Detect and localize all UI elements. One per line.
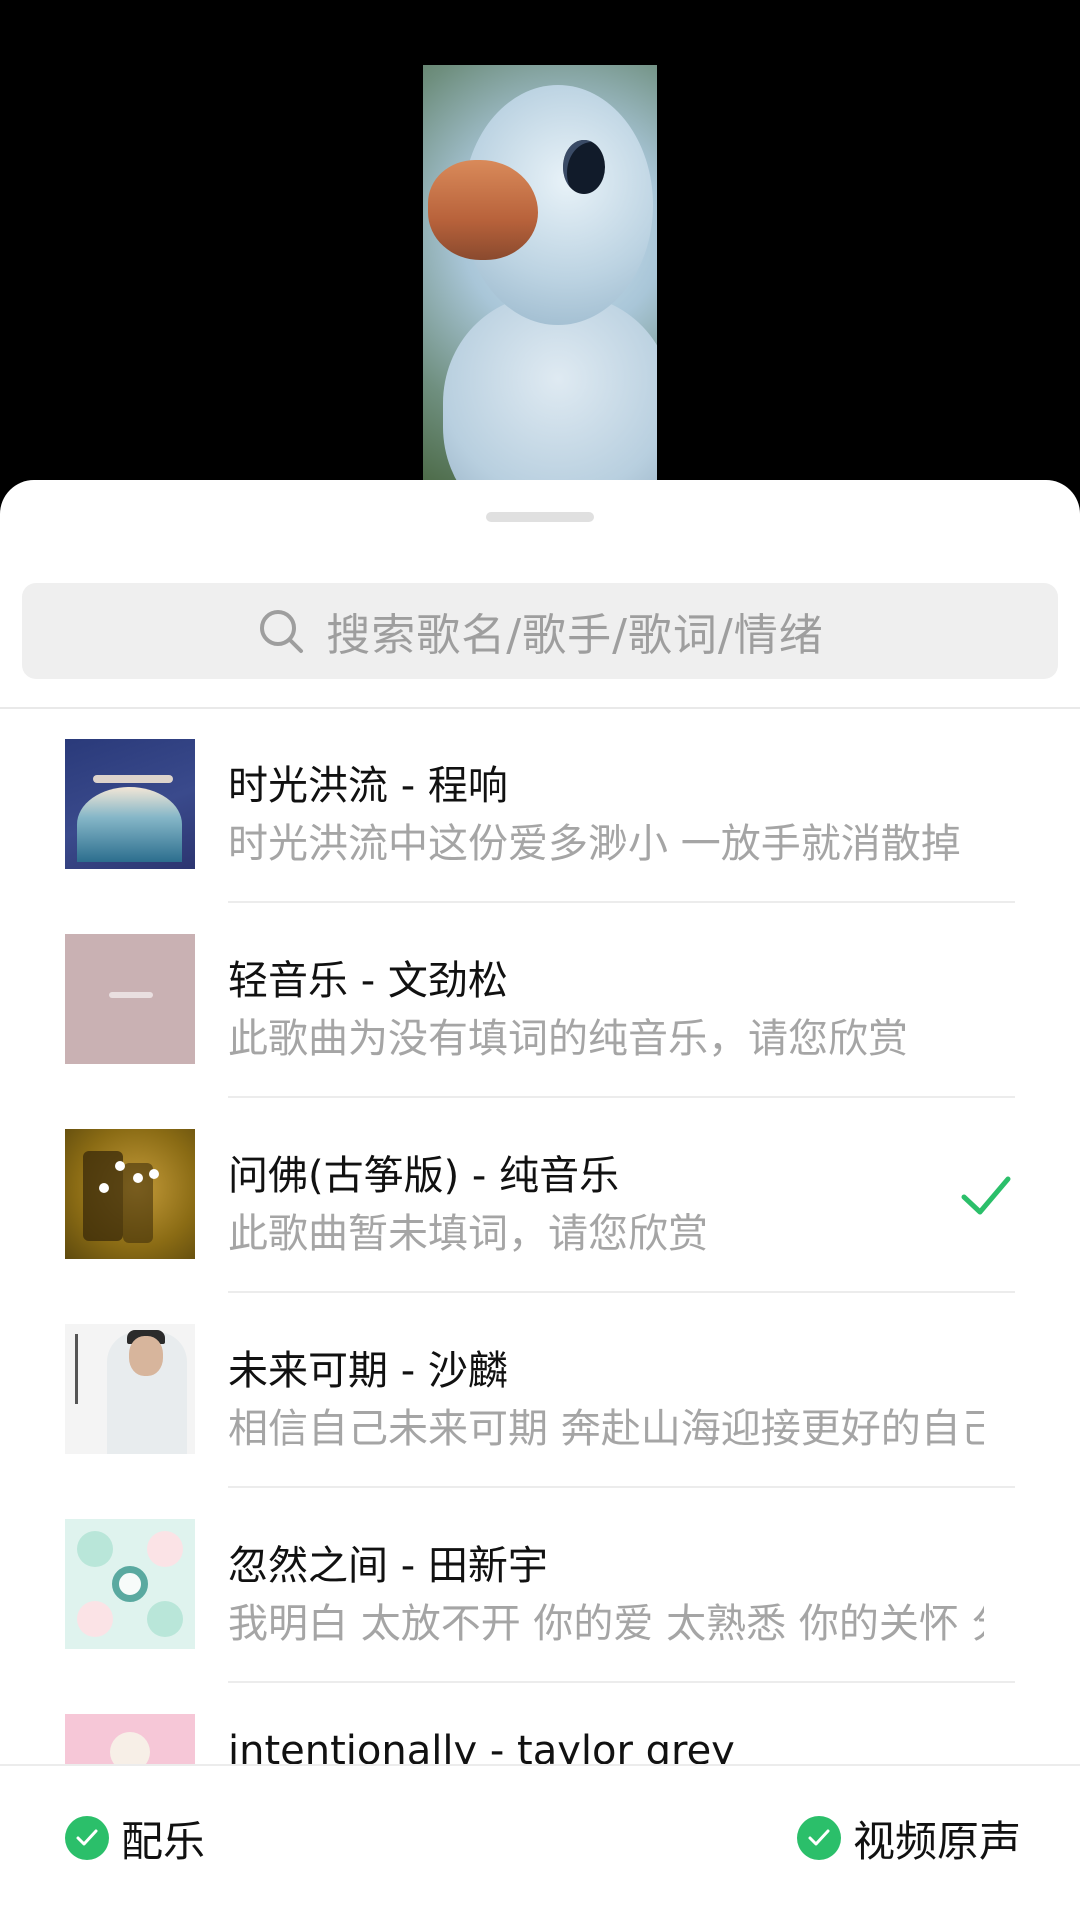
divider — [0, 707, 1080, 709]
row-divider — [228, 901, 1015, 903]
drag-handle[interactable] — [486, 512, 594, 522]
song-title: 时光洪流 - 程响 — [228, 763, 508, 809]
original-audio-toggle[interactable]: 视频原声 — [797, 1808, 1021, 1868]
search-placeholder: 搜索歌名/歌手/歌词/情绪 — [326, 610, 824, 661]
search-bar[interactable]: 搜索歌名/歌手/歌词/情绪 — [22, 583, 1058, 679]
album-cover — [65, 739, 195, 869]
song-title: 问佛(古筝版) - 纯音乐 — [228, 1153, 620, 1199]
album-cover — [65, 1519, 195, 1649]
original-audio-label: 视频原声 — [853, 1816, 1022, 1866]
song-lyric: 时光洪流中这份爱多渺小 一放手就消散掉 — [228, 821, 961, 867]
song-lyric: 此歌曲为没有填词的纯音乐，请您欣赏 — [228, 1016, 908, 1062]
row-divider — [228, 1096, 1015, 1098]
row-divider — [228, 1291, 1015, 1293]
music-toggle[interactable]: 配乐 — [65, 1808, 205, 1868]
check-circle-icon — [797, 1816, 841, 1860]
duck-beak — [428, 160, 538, 260]
song-title: 轻音乐 - 文劲松 — [228, 958, 508, 1004]
song-lyric: 我明白 太放不开 你的爱 太熟悉 你的关怀 分 — [228, 1601, 984, 1647]
video-preview[interactable] — [423, 65, 657, 485]
row-divider — [228, 1486, 1015, 1488]
footer-bar: 配乐 视频原声 — [0, 1764, 1080, 1922]
album-cover — [65, 1324, 195, 1454]
song-row[interactable]: 问佛(古筝版) - 纯音乐 此歌曲暂未填词，请您欣赏 — [0, 1129, 1080, 1324]
row-divider — [228, 1681, 1015, 1683]
music-picker-sheet: 搜索歌名/歌手/歌词/情绪 时光洪流 - 程响 时光洪流中这份爱多渺小 一放手就… — [0, 480, 1080, 1920]
album-cover — [65, 1129, 195, 1259]
song-lyric: 此歌曲暂未填词，请您欣赏 — [228, 1211, 708, 1257]
check-icon — [961, 1176, 1011, 1215]
search-icon — [260, 610, 304, 653]
song-lyric: 相信自己未来可期 奔赴山海迎接更好的自己 — [228, 1406, 984, 1452]
song-row[interactable]: 轻音乐 - 文劲松 此歌曲为没有填词的纯音乐，请您欣赏 — [0, 934, 1080, 1129]
song-row[interactable]: 时光洪流 - 程响 时光洪流中这份爱多渺小 一放手就消散掉 — [0, 739, 1080, 934]
album-cover — [65, 934, 195, 1064]
song-title: 未来可期 - 沙麟 — [228, 1348, 508, 1394]
song-row[interactable]: 未来可期 - 沙麟 相信自己未来可期 奔赴山海迎接更好的自己 — [0, 1324, 1080, 1519]
song-title: 忽然之间 - 田新宇 — [228, 1543, 548, 1589]
duck-eye — [563, 140, 605, 194]
song-row[interactable]: 忽然之间 - 田新宇 我明白 太放不开 你的爱 太熟悉 你的关怀 分 — [0, 1519, 1080, 1714]
check-circle-icon — [65, 1816, 109, 1860]
music-label: 配乐 — [121, 1816, 206, 1866]
